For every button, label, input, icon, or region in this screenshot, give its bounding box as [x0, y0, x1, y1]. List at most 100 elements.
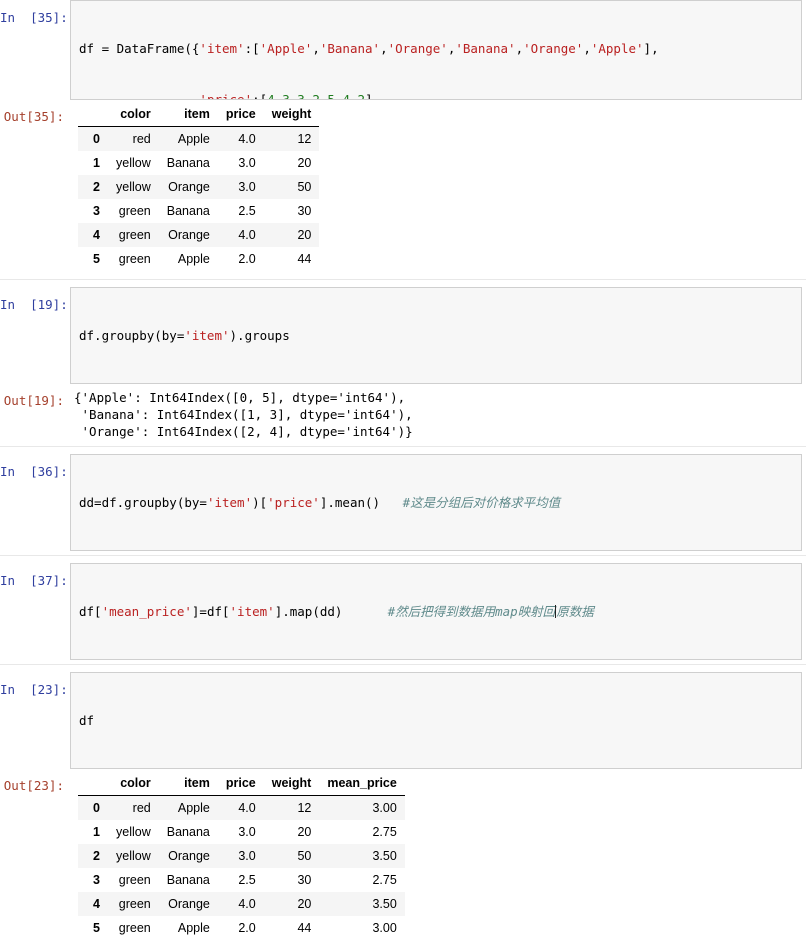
table-row-index: 2	[78, 175, 108, 199]
code-input-area[interactable]: df['mean_price']=df['item'].map(dd) #然后把…	[70, 563, 802, 660]
table-cell: 2.75	[319, 868, 405, 892]
table-row: 1 yellow Banana 3.0 20 2.75	[78, 820, 405, 844]
table-column-header: mean_price	[319, 773, 405, 796]
table-cell: 20	[263, 223, 320, 247]
table-row-index: 1	[78, 820, 108, 844]
table-cell: 3.00	[319, 795, 405, 820]
code-comment: #然后把得到数据用map映射回	[387, 604, 556, 619]
table-cell: Apple	[158, 916, 218, 940]
code-cell: In [19]: df.groupby(by='item').groups	[0, 279, 806, 384]
table-row: 5 green Apple 2.0 44	[78, 247, 320, 271]
input-prompt[interactable]: In [37]:	[0, 563, 70, 589]
table-cell: yellow	[108, 151, 159, 175]
code-line: df.groupby(by='item').groups	[79, 328, 290, 343]
input-prompt[interactable]: In [19]:	[0, 287, 70, 313]
table-cell: green	[108, 916, 159, 940]
code-cell: In [36]: dd=df.groupby(by='item')['price…	[0, 446, 806, 555]
table-cell: 4.0	[217, 795, 264, 820]
table-row: 2 yellow Orange 3.0 50	[78, 175, 320, 199]
table-body: 0 red Apple 4.0 12 1 yellow Banana 3.0 20 2 yellow O…	[78, 126, 320, 271]
table-cell: 2.0	[217, 247, 264, 271]
table-cell: Banana	[158, 820, 218, 844]
table-row: 4 green Orange 4.0 20 3.50	[78, 892, 405, 916]
code-line: df = DataFrame({'item':['Apple','Banana'…	[79, 41, 659, 56]
table-cell: Orange	[158, 223, 218, 247]
output-cell: Out[35]: color item price weight 0 red Apple 4…	[0, 100, 806, 279]
table-row-index: 0	[78, 126, 108, 151]
table-index-header	[78, 104, 108, 127]
table-cell: 3.00	[319, 916, 405, 940]
table-index-header	[78, 773, 108, 796]
input-prompt[interactable]: In [35]:	[0, 0, 70, 26]
table-cell: 50	[263, 844, 320, 868]
table-cell: 30	[263, 868, 320, 892]
table-row-index: 4	[78, 223, 108, 247]
table-column-header: item	[158, 773, 218, 796]
table-column-header: color	[108, 104, 159, 127]
table-cell: 4.0	[217, 223, 264, 247]
code-line: df['mean_price']=df['item'].map(dd) #然后把…	[79, 604, 594, 619]
table-cell: 3.0	[217, 175, 264, 199]
table-column-header: weight	[263, 104, 320, 127]
table-row-index: 5	[78, 916, 108, 940]
table-cell: Apple	[158, 126, 218, 151]
table-row-index: 1	[78, 151, 108, 175]
table-cell: 50	[263, 175, 320, 199]
table-cell: red	[108, 795, 159, 820]
table-cell: 12	[263, 795, 320, 820]
dataframe-table: color item price weight mean_price 0 red Apple…	[78, 773, 405, 940]
table-cell: 20	[263, 151, 320, 175]
code-comment-tail: 原数据	[556, 604, 594, 619]
code-cell: In [35]: df = DataFrame({'item':['Apple'…	[0, 0, 806, 100]
table-cell: 4.0	[217, 892, 264, 916]
input-prompt[interactable]: In [36]:	[0, 454, 70, 480]
dataframe-output: color item price weight mean_price 0 red Apple…	[70, 769, 806, 948]
table-row: 0 red Apple 4.0 12 3.00	[78, 795, 405, 820]
output-prompt: Out[19]:	[3, 393, 64, 408]
table-cell: 44	[263, 916, 320, 940]
table-cell: green	[108, 247, 159, 271]
table-cell: Orange	[158, 844, 218, 868]
code-cell: In [23]: df	[0, 664, 806, 769]
table-cell: Orange	[158, 175, 218, 199]
table-cell: 44	[263, 247, 320, 271]
table-row-index: 2	[78, 844, 108, 868]
code-input-area[interactable]: df.groupby(by='item').groups	[70, 287, 802, 384]
input-prompt[interactable]: In [23]:	[0, 672, 70, 698]
table-cell: 3.0	[217, 820, 264, 844]
output-cell: Out[19]: {'Apple': Int64Index([0, 5], dt…	[0, 384, 806, 446]
table-column-header: item	[158, 104, 218, 127]
code-line: dd=df.groupby(by='item')['price'].mean()…	[79, 495, 561, 510]
code-cell: In [37]: df['mean_price']=df['item'].map…	[0, 555, 806, 664]
table-cell: 3.50	[319, 844, 405, 868]
table-cell: 2.0	[217, 916, 264, 940]
code-input-area[interactable]: df	[70, 672, 802, 769]
table-cell: 3.0	[217, 844, 264, 868]
notebook-container: In [35]: df = DataFrame({'item':['Apple'…	[0, 0, 806, 948]
table-cell: green	[108, 223, 159, 247]
text-output: {'Apple': Int64Index([0, 5], dtype='int6…	[70, 384, 806, 446]
table-row-index: 5	[78, 247, 108, 271]
table-cell: 20	[263, 892, 320, 916]
table-cell: Banana	[158, 151, 218, 175]
table-cell: yellow	[108, 820, 159, 844]
table-cell: 20	[263, 820, 320, 844]
table-header-row: color item price weight	[78, 104, 320, 127]
table-cell: Banana	[158, 868, 218, 892]
table-column-header: price	[217, 773, 264, 796]
code-input-area[interactable]: dd=df.groupby(by='item')['price'].mean()…	[70, 454, 802, 551]
table-row: 2 yellow Orange 3.0 50 3.50	[78, 844, 405, 868]
table-row-index: 3	[78, 199, 108, 223]
table-row-index: 3	[78, 868, 108, 892]
table-cell: 30	[263, 199, 320, 223]
table-head: color item price weight mean_price	[78, 773, 405, 796]
table-row: 0 red Apple 4.0 12	[78, 126, 320, 151]
table-column-header: weight	[263, 773, 320, 796]
output-prompt: Out[23]:	[3, 778, 64, 793]
table-cell: yellow	[108, 175, 159, 199]
code-input-area[interactable]: df = DataFrame({'item':['Apple','Banana'…	[70, 0, 802, 100]
output-prompt: Out[35]:	[3, 109, 64, 124]
table-cell: 4.0	[217, 126, 264, 151]
table-cell: 2.5	[217, 199, 264, 223]
table-row: 1 yellow Banana 3.0 20	[78, 151, 320, 175]
